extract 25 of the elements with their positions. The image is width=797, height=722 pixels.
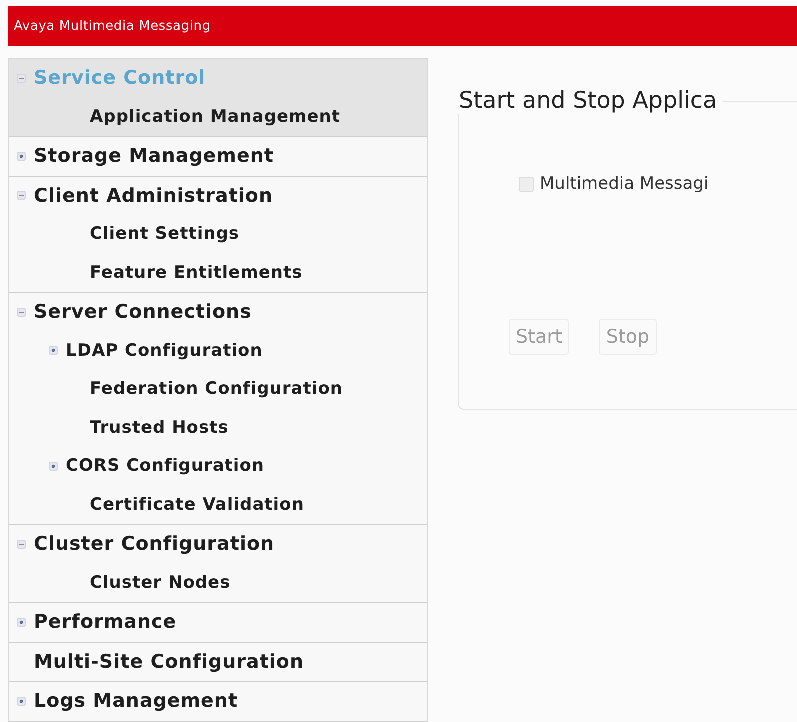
- expand-icon[interactable]: [49, 462, 58, 471]
- expand-icon[interactable]: [17, 696, 26, 706]
- nav-item[interactable]: Feature Entitlements: [90, 262, 303, 283]
- nav-item[interactable]: Cluster Configuration: [34, 533, 275, 556]
- expand-icon[interactable]: [49, 346, 58, 356]
- nav-item[interactable]: LDAP Configuration: [66, 340, 263, 361]
- nav-item[interactable]: Server Connections: [34, 301, 252, 324]
- nav-item[interactable]: Trusted Hosts: [90, 418, 229, 438]
- collapse-icon[interactable]: [17, 191, 26, 200]
- expand-icon[interactable]: [17, 152, 26, 161]
- panel-title: Start and Stop Applica: [458, 88, 718, 114]
- collapse-icon[interactable]: [17, 74, 26, 83]
- nav-item[interactable]: Application Management: [90, 106, 340, 127]
- expand-icon[interactable]: [17, 618, 26, 627]
- nav-item[interactable]: Cluster Nodes: [90, 572, 231, 593]
- nav-item[interactable]: Client Settings: [90, 224, 240, 244]
- nav-item[interactable]: CORS Configuration: [66, 456, 265, 476]
- nav-item[interactable]: Performance: [34, 611, 177, 634]
- collapse-icon[interactable]: [17, 540, 26, 549]
- app-title: Avaya Multimedia Messaging: [14, 18, 211, 34]
- nav-item[interactable]: Certificate Validation: [90, 494, 304, 515]
- collapse-icon[interactable]: [17, 308, 26, 317]
- checkbox-label: Multimedia Messagi: [540, 174, 709, 194]
- nav-item[interactable]: Federation Configuration: [90, 379, 344, 400]
- nav-item[interactable]: Client Administration: [34, 184, 273, 207]
